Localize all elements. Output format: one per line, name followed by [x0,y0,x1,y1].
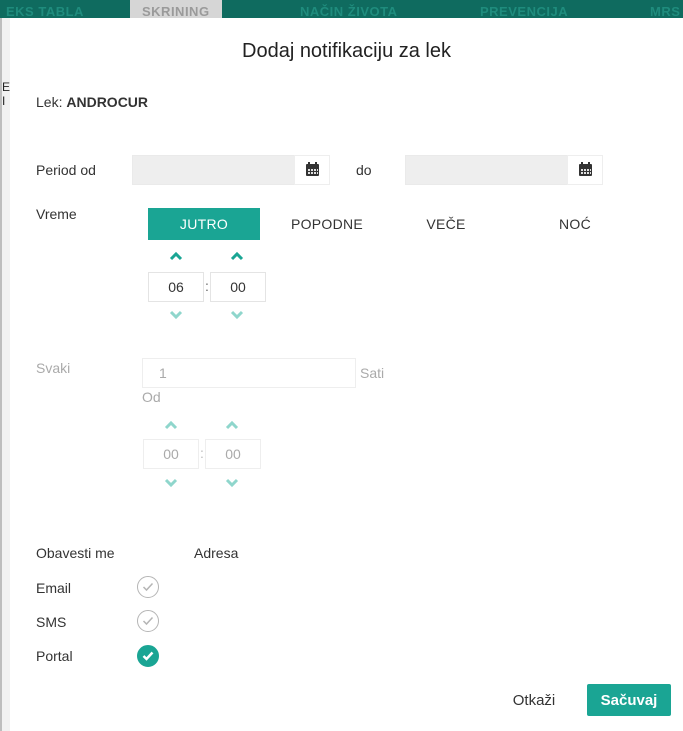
save-button[interactable]: Sačuvaj [587,684,671,716]
check-icon [142,616,154,626]
from-minutes-down-chevron-icon[interactable] [225,478,239,488]
from-hours-up-chevron-icon[interactable] [164,420,178,430]
address-label: Adresa [194,545,239,561]
add-notification-dialog: Dodaj notifikaciju za lek Lek: ANDROCUR … [10,18,683,731]
segment-evening[interactable]: VEČE [390,208,502,240]
medication-label: Lek: [36,94,63,110]
medication-row: Lek: ANDROCUR [36,94,148,110]
every-label: Svaki [36,360,71,376]
background-tab: EKS TABLA [6,4,84,18]
period-to-input[interactable] [405,155,569,185]
calendar-icon [305,162,319,176]
hours-down-chevron-icon[interactable] [169,310,183,320]
minutes-input[interactable]: 00 [210,272,266,302]
period-to-label: do [356,162,372,178]
period-from-calendar-button[interactable] [294,155,330,185]
minutes-up-chevron-icon[interactable] [230,251,244,261]
medication-name: ANDROCUR [66,94,149,110]
hours-up-chevron-icon[interactable] [169,251,183,261]
check-icon [142,651,154,661]
time-label: Vreme [36,206,77,222]
background-tab-active: SKRINING [130,0,222,18]
portal-checkbox[interactable] [137,645,159,667]
email-label: Email [36,580,72,596]
notify-label: Obavesti me [36,545,115,561]
from-hours-down-chevron-icon[interactable] [164,478,178,488]
background-tab: MRS [650,4,681,18]
segment-night[interactable]: NOĆ [520,208,630,240]
from-minutes-up-chevron-icon[interactable] [225,420,239,430]
sms-checkbox[interactable] [137,610,159,632]
background-tab: NAČIN ŽIVOTA [300,4,398,18]
background-sidebar: E I [0,18,10,731]
from-hours-input[interactable]: 00 [143,439,199,469]
segment-morning[interactable]: JUTRO [148,208,260,240]
calendar-icon [578,162,592,176]
email-checkbox[interactable] [137,576,159,598]
minutes-down-chevron-icon[interactable] [230,310,244,320]
background-nav-bar: EKS TABLA SKRINING NAČIN ŽIVOTA PREVENCI… [0,0,683,18]
from-minutes-input[interactable]: 00 [205,439,261,469]
every-input[interactable]: 1 [142,358,356,388]
segment-afternoon[interactable]: POPODNE [276,208,378,240]
portal-label: Portal [36,648,73,664]
period-from-label: Period od [36,162,96,178]
period-from-input[interactable] [132,155,296,185]
background-side-text: E I [2,80,10,108]
sms-label: SMS [36,614,67,630]
from-label: Od [142,389,161,405]
from-time-separator: : [200,445,204,461]
hours-input[interactable]: 06 [148,272,204,302]
period-to-calendar-button[interactable] [567,155,603,185]
background-tab: PREVENCIJA [480,4,569,18]
every-unit-label: Sati [360,365,385,381]
check-icon [142,582,154,592]
time-separator: : [205,278,209,294]
cancel-button[interactable]: Otkaži [504,688,564,712]
dialog-title: Dodaj notifikaciju za lek [242,40,451,62]
